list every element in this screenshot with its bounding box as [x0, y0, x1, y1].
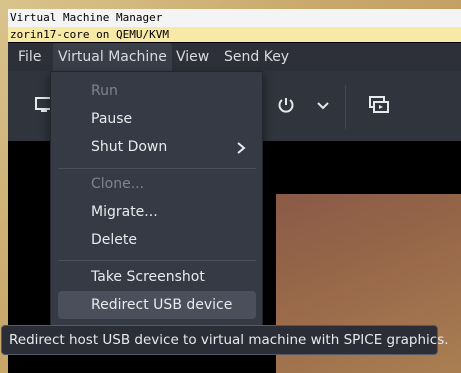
menu-item-label: Shut Down [91, 139, 168, 155]
virtual-machine-menu: Run Pause Shut Down Clone... Migrate... … [50, 71, 263, 329]
tooltip: Redirect host USB device to virtual mach… [1, 325, 449, 355]
window-titlebar[interactable]: zorin17-core on QEMU/KVM [8, 27, 461, 43]
chevron-down-icon[interactable] [316, 98, 330, 117]
menu-item-run[interactable]: Run [58, 77, 256, 105]
menu-file[interactable]: File [13, 43, 46, 71]
menu-send-key[interactable]: Send Key [219, 43, 294, 71]
menu-separator [58, 168, 256, 169]
screenshot-window-icon[interactable] [368, 95, 390, 119]
menu-virtual-machine[interactable]: Virtual Machine [53, 43, 172, 71]
menu-item-clone[interactable]: Clone... [58, 170, 256, 198]
window-title: zorin17-core on QEMU/KVM [10, 28, 169, 41]
power-icon[interactable] [277, 96, 295, 118]
outer-title: Virtual Machine Manager [10, 11, 163, 24]
menu-item-migrate[interactable]: Migrate... [58, 198, 256, 226]
menubar: File Virtual Machine View Send Key [8, 43, 461, 71]
menu-item-take-screenshot[interactable]: Take Screenshot [58, 263, 256, 291]
outer-titlebar: Virtual Machine Manager [8, 9, 461, 27]
menu-view[interactable]: View [171, 43, 214, 71]
menu-item-redirect-usb[interactable]: Redirect USB device [58, 291, 256, 319]
chevron-right-icon [236, 133, 246, 161]
toolbar-separator [345, 85, 346, 129]
menu-separator [58, 260, 256, 261]
menu-item-delete[interactable]: Delete [58, 226, 256, 254]
menu-item-pause[interactable]: Pause [58, 105, 256, 133]
menu-item-shut-down[interactable]: Shut Down [58, 133, 256, 161]
